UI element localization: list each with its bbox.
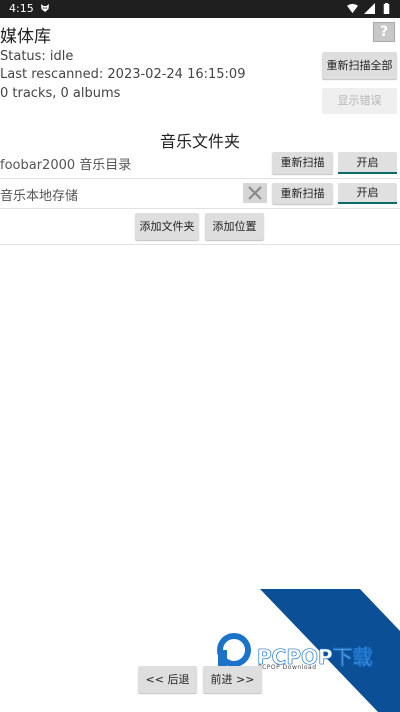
folder-enable-toggle[interactable]: 开启 [338, 152, 397, 174]
show-errors-button[interactable]: 显示错误 [322, 88, 397, 114]
clock: 4:15 [9, 2, 34, 15]
help-button[interactable]: ? [373, 22, 395, 42]
divider [0, 208, 400, 209]
remove-folder-button[interactable] [243, 183, 267, 203]
add-location-button[interactable]: 添加位置 [205, 213, 264, 240]
last-rescanned: Last rescanned: 2023-02-24 16:15:09 [0, 67, 246, 82]
signal-icon [364, 3, 375, 14]
help-icon: ? [379, 24, 389, 40]
close-icon [248, 186, 262, 200]
music-folders-title: 音乐文件夹 [159, 132, 240, 151]
page-title: 媒体库 [0, 27, 51, 47]
app-notification-icon [41, 4, 49, 12]
library-status: Status: idle [0, 49, 74, 64]
wifi-icon [347, 3, 358, 14]
add-folder-button[interactable]: 添加文件夹 [135, 213, 199, 240]
back-button[interactable]: << 后退 [138, 666, 197, 693]
forward-button[interactable]: 前进 >> [203, 666, 262, 693]
folder-name-local: 音乐本地存储 [0, 189, 79, 204]
rescan-folder-button[interactable]: 重新扫描 [272, 152, 333, 174]
status-bar: 4:15 [0, 0, 400, 18]
battery-icon [383, 3, 390, 14]
divider [0, 244, 400, 245]
folder-enable-toggle[interactable]: 开启 [338, 183, 397, 204]
folder-name-foobar: foobar2000 音乐目录 [0, 158, 132, 173]
divider [0, 178, 400, 179]
library-counts: 0 tracks, 0 albums [0, 86, 121, 101]
rescan-all-button[interactable]: 重新扫描全部 [322, 52, 397, 79]
watermark-subtext: PCPOP Download [258, 664, 317, 671]
rescan-folder-button[interactable]: 重新扫描 [272, 183, 333, 204]
